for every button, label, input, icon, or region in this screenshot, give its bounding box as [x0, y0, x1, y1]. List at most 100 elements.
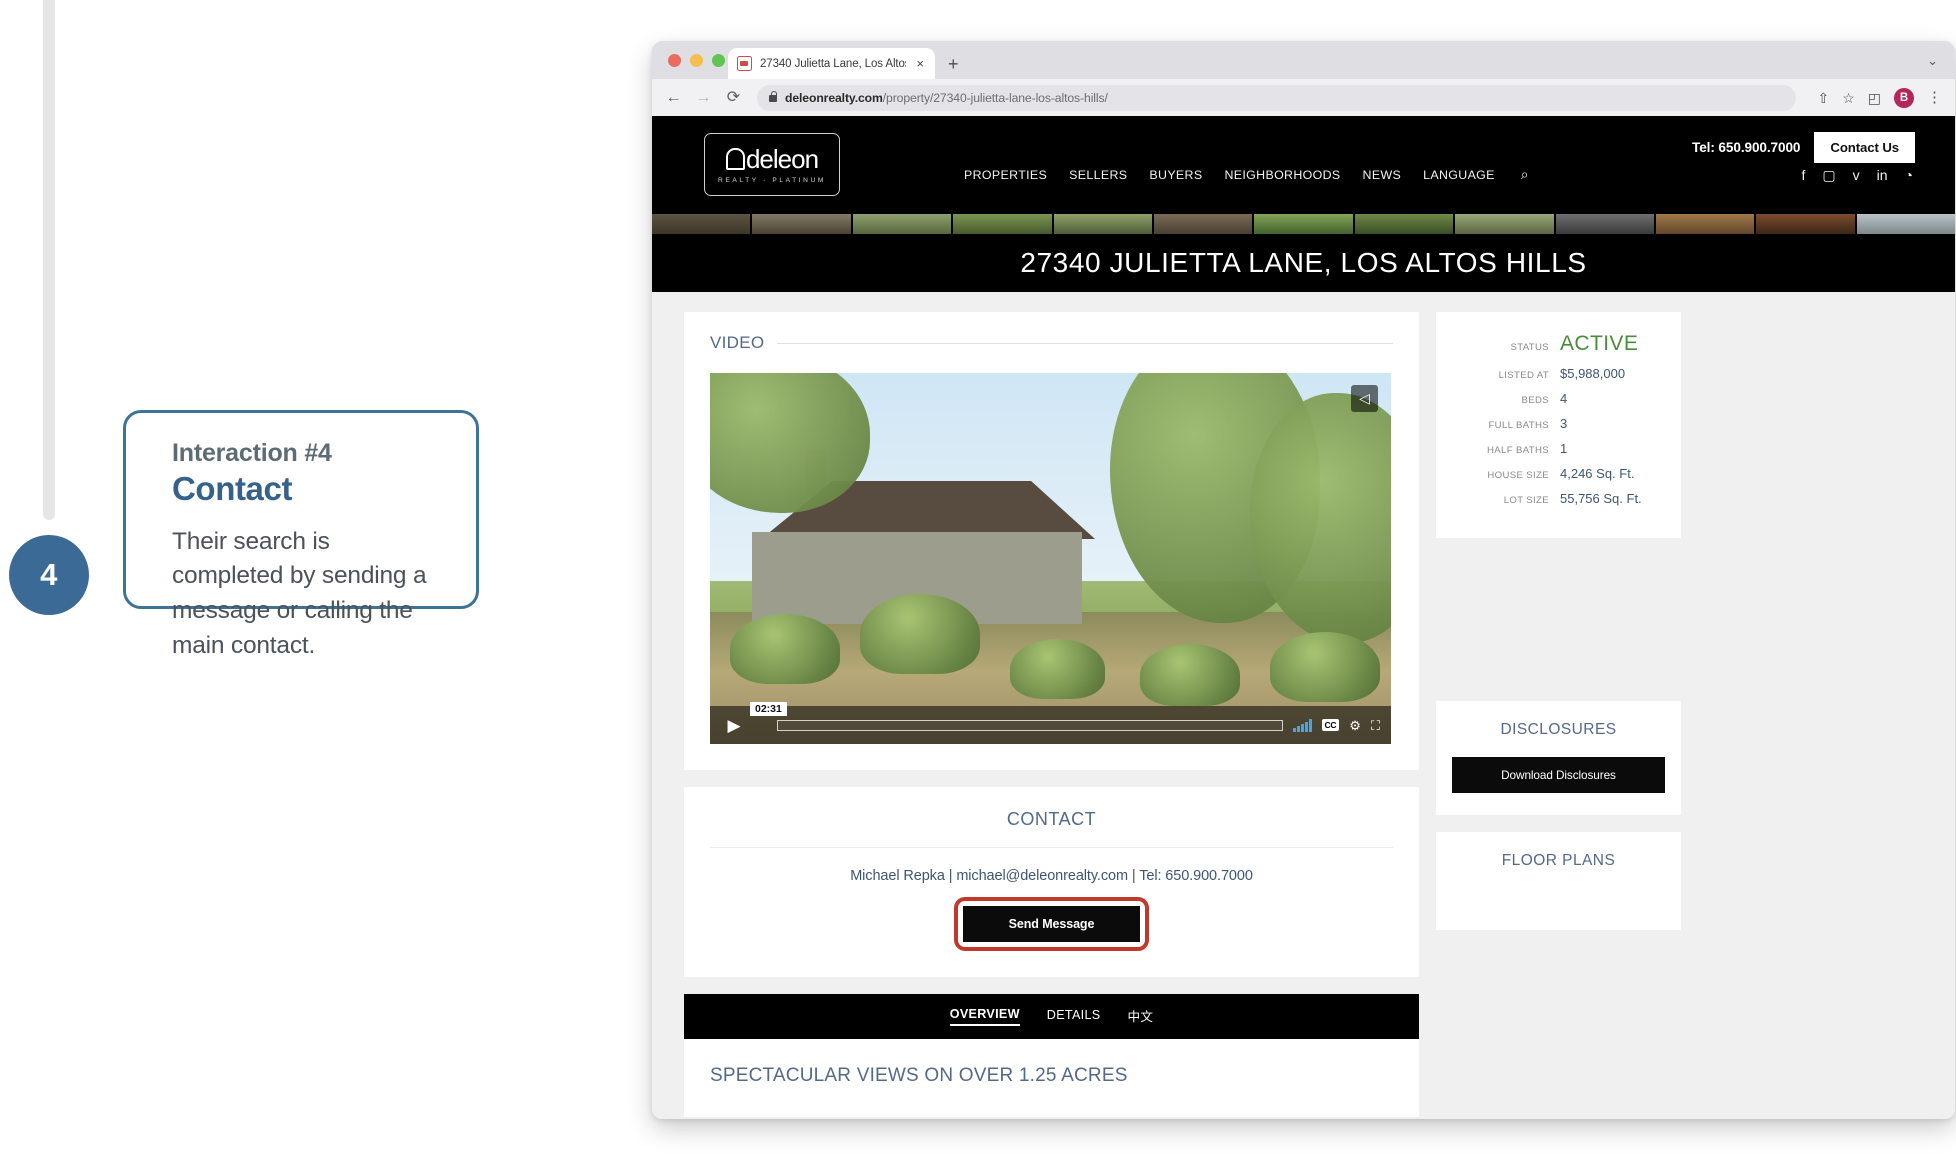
wechat-icon[interactable]: ◔ [1905, 168, 1913, 182]
twitter-icon[interactable]: ᴠ [1853, 168, 1860, 182]
window-traffic-lights [668, 54, 725, 67]
video-frame-bush [1270, 632, 1380, 702]
property-stats-card: STATUS ACTIVE LISTED AT $5,988,000 BEDS … [1436, 312, 1681, 538]
search-icon[interactable]: ⌕ [1521, 166, 1529, 183]
thumbnail-item[interactable] [1153, 214, 1253, 234]
stat-value: 3 [1560, 416, 1568, 431]
property-title-bar: 27340 JULIETTA LANE, LOS ALTOS HILLS [652, 234, 1955, 292]
nav-item-properties[interactable]: PROPERTIES [964, 168, 1047, 182]
nav-item-sellers[interactable]: SELLERS [1069, 168, 1127, 182]
url-domain: deleonrealty.com [785, 90, 883, 105]
video-progress-bar[interactable] [777, 719, 1284, 731]
contact-heading: CONTACT [710, 809, 1393, 848]
close-window-button[interactable] [668, 54, 681, 67]
thumbnail-item[interactable] [1655, 214, 1755, 234]
page-title: 27340 JULIETTA LANE, LOS ALTOS HILLS [1020, 247, 1587, 278]
stat-label: STATUS [1510, 342, 1549, 353]
deleon-logo[interactable]: deleon REALTY · PLATINUM [704, 133, 840, 196]
stat-row: HOUSE SIZE 4,246 Sq. Ft. [1456, 466, 1661, 481]
thumbnail-item[interactable] [1254, 214, 1353, 234]
back-button[interactable]: ← [665, 89, 682, 106]
stat-value: 4 [1560, 391, 1568, 406]
closed-captions-icon[interactable]: CC [1321, 719, 1340, 731]
house-icon [725, 147, 745, 170]
minimize-window-button[interactable] [690, 54, 703, 67]
annotation-callout-card: Interaction #4 Contact Their search is c… [123, 410, 479, 659]
nav-item-language[interactable]: LANGUAGE [1423, 168, 1495, 182]
header-phone[interactable]: Tel: 650.900.7000 [1692, 140, 1800, 155]
thumbnail-item[interactable] [1053, 214, 1152, 234]
timeline-rail [43, 0, 55, 520]
stat-label: HALF BATHS [1487, 445, 1549, 456]
stat-label: LOT SIZE [1503, 495, 1549, 506]
address-bar[interactable]: deleonrealty.com/property/27340-julietta… [757, 84, 1797, 111]
thumbnail-item[interactable] [953, 214, 1052, 234]
screenshot-root: 4 Interaction #4 Contact Their search is… [0, 0, 1956, 1166]
tab-details[interactable]: DETAILS [1047, 1008, 1101, 1025]
thumbnail-item[interactable] [1555, 214, 1654, 234]
logo-tagline: REALTY · PLATINUM [718, 176, 826, 184]
close-icon[interactable]: × [914, 57, 926, 70]
overview-heading: SPECTACULAR VIEWS ON OVER 1.25 ACRES [710, 1065, 1128, 1086]
stat-row: BEDS 4 [1456, 391, 1661, 406]
stat-label: HOUSE SIZE [1487, 470, 1549, 481]
linkedin-icon[interactable]: in [1877, 168, 1888, 182]
thumbnail-item[interactable] [752, 214, 851, 234]
tab-overview[interactable]: OVERVIEW [949, 1007, 1020, 1026]
browser-tabstrip: 27340 Julietta Lane, Los Altos × + ⌄ [652, 41, 1955, 79]
reload-button[interactable]: ⟳ [725, 89, 742, 106]
video-player[interactable]: ◁ ▶ 02:31 CC ⚙ ⛶ [710, 373, 1391, 744]
stat-row: LISTED AT $5,988,000 [1456, 366, 1661, 381]
sidebar-toggle-icon[interactable]: ◰ [1868, 91, 1881, 105]
main-nav: PROPERTIES SELLERS BUYERS NEIGHBORHOODS … [964, 166, 1529, 183]
video-share-icon[interactable]: ◁ [1351, 385, 1378, 412]
gear-icon[interactable]: ⚙ [1349, 719, 1361, 732]
nav-item-news[interactable]: NEWS [1363, 168, 1402, 182]
thumbnail-item[interactable] [1856, 214, 1955, 234]
video-timestamp: 02:31 [750, 702, 787, 716]
instagram-icon[interactable]: ▢ [1822, 168, 1835, 182]
lock-icon [769, 90, 778, 102]
contact-us-button[interactable]: Contact Us [1814, 132, 1915, 163]
tab-chinese[interactable]: 中文 [1127, 1006, 1153, 1028]
thumbnail-item[interactable] [852, 214, 952, 234]
divider [777, 342, 1393, 344]
photo-thumbnail-strip [652, 214, 1955, 234]
stat-value: 4,246 Sq. Ft. [1560, 466, 1635, 481]
page-content: VIDEO ◁ ▶ 02:31 CC ⚙ ⛶ CONTACT Michael R… [652, 292, 1955, 1117]
chevron-down-icon[interactable]: ⌄ [1927, 53, 1938, 69]
action-highlight-ring: Send Message [953, 897, 1150, 951]
callout-title: Contact [172, 469, 293, 507]
stat-row: FULL BATHS 3 [1456, 416, 1661, 431]
share-icon[interactable]: ⇧ [1817, 91, 1829, 105]
tab-title: 27340 Julietta Lane, Los Altos [760, 57, 907, 70]
thumbnail-item[interactable] [1354, 214, 1454, 234]
site-header: deleon REALTY · PLATINUM PROPERTIES SELL… [652, 116, 1955, 214]
thumbnail-item[interactable] [652, 214, 751, 234]
url-path: /property/27340-julietta-lane-los-altos-… [882, 90, 1108, 105]
nav-item-buyers[interactable]: BUYERS [1149, 168, 1202, 182]
social-links: f ▢ ᴠ in ◔ [1802, 168, 1914, 182]
fullscreen-icon[interactable]: ⛶ [1371, 719, 1380, 732]
facebook-icon[interactable]: f [1802, 168, 1806, 182]
volume-icon[interactable] [1293, 718, 1312, 732]
video-controls-bar: ▶ 02:31 CC ⚙ ⛶ [710, 702, 1391, 744]
new-tab-button[interactable]: + [948, 55, 959, 73]
nav-item-neighborhoods[interactable]: NEIGHBORHOODS [1224, 168, 1340, 182]
play-icon[interactable]: ▶ [721, 717, 747, 734]
download-disclosures-button[interactable]: Download Disclosures [1452, 757, 1665, 793]
contact-details: Michael Repka | michael@deleonrealty.com… [850, 868, 1253, 884]
maximize-window-button[interactable] [712, 54, 725, 67]
disclosures-card: DISCLOSURES Download Disclosures [1436, 701, 1681, 815]
profile-avatar[interactable]: B [1894, 87, 1914, 108]
callout-body: Their search is completed by sending a m… [172, 527, 427, 660]
browser-menu-icon[interactable]: ⋮ [1927, 90, 1942, 105]
forward-button[interactable]: → [695, 89, 712, 106]
bookmark-star-icon[interactable]: ☆ [1842, 91, 1855, 105]
address-bar-url: deleonrealty.com/property/27340-julietta… [785, 91, 1108, 105]
browser-tab[interactable]: 27340 Julietta Lane, Los Altos × [728, 48, 935, 79]
thumbnail-item[interactable] [1756, 214, 1855, 234]
thumbnail-item[interactable] [1455, 214, 1554, 234]
send-message-button[interactable]: Send Message [962, 906, 1141, 942]
side-column: STATUS ACTIVE LISTED AT $5,988,000 BEDS … [1436, 312, 1681, 1117]
